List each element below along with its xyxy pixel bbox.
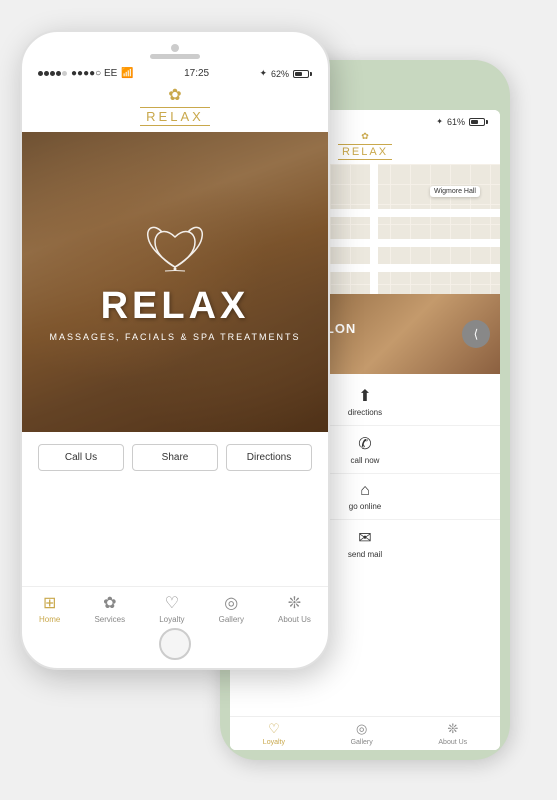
directions-button[interactable]: Directions bbox=[226, 444, 312, 471]
signal-dot-5 bbox=[62, 71, 67, 76]
back-tab-about[interactable]: ❊ About Us bbox=[438, 721, 467, 746]
signal-strength bbox=[38, 71, 67, 76]
home-nav-label: Home bbox=[39, 615, 60, 624]
back-bottom-tabs: ♡ Loyalty ◎ Gallery ❊ About Us bbox=[230, 716, 500, 750]
services-nav-label: Services bbox=[94, 615, 125, 624]
back-battery-icon bbox=[469, 118, 488, 126]
back-tab-gallery[interactable]: ◎ Gallery bbox=[351, 721, 373, 746]
home-nav-icon: ⊞ bbox=[43, 593, 56, 613]
go-online-label: go online bbox=[349, 502, 381, 511]
front-status-bar: ●●●●○ EE 📶 17:25 ✦ 62% bbox=[22, 64, 328, 81]
signal-dot-2 bbox=[44, 71, 49, 76]
action-buttons-row: Call Us Share Directions bbox=[22, 432, 328, 483]
loyalty-nav-icon: ♡ bbox=[165, 593, 179, 613]
back-tab-loyalty[interactable]: ♡ Loyalty bbox=[263, 721, 285, 746]
carrier-name: ●●●●○ EE bbox=[71, 68, 117, 79]
hero-content: RELAX MASSAGES, FACIALS & SPA TREATMENTS bbox=[49, 222, 300, 342]
back-logo-text: RELAX bbox=[338, 144, 392, 160]
loyalty-nav-label: Loyalty bbox=[159, 615, 184, 624]
signal-dot-3 bbox=[50, 71, 55, 76]
share-button[interactable]: Share bbox=[132, 444, 218, 471]
call-now-label: call now bbox=[351, 456, 380, 465]
nav-about[interactable]: ❊ About Us bbox=[278, 593, 311, 624]
about-nav-label: About Us bbox=[278, 615, 311, 624]
back-bluetooth-icon: ✦ bbox=[436, 117, 443, 126]
bottom-navigation: ⊞ Home ✿ Services ♡ Loyalty ◎ Gallery ❊ … bbox=[22, 586, 328, 628]
loyalty-tab-icon: ♡ bbox=[268, 721, 280, 737]
bluetooth-icon: ✦ bbox=[259, 68, 267, 79]
nav-services[interactable]: ✿ Services bbox=[94, 593, 125, 624]
call-us-button[interactable]: Call Us bbox=[38, 444, 124, 471]
map-road-vertical-3 bbox=[370, 164, 378, 294]
back-battery-pct: 61% bbox=[447, 117, 465, 127]
back-status-right: ✦ 61% bbox=[436, 117, 488, 127]
phone-front: ●●●●○ EE 📶 17:25 ✦ 62% ✿ RELAX bbox=[20, 30, 330, 670]
front-time: 17:25 bbox=[184, 68, 209, 79]
battery-icon bbox=[293, 70, 312, 78]
signal-dot-4 bbox=[56, 71, 61, 76]
directions-label: directions bbox=[348, 408, 382, 417]
logo-brand-name: RELAX bbox=[140, 107, 210, 126]
call-icon: ✆ bbox=[358, 434, 371, 454]
gallery-nav-label: Gallery bbox=[219, 615, 244, 624]
nav-home[interactable]: ⊞ Home bbox=[39, 593, 60, 624]
front-speaker bbox=[150, 54, 200, 59]
online-icon: ⌂ bbox=[360, 482, 370, 500]
logo-lotus-icon: ✿ bbox=[22, 85, 328, 105]
gallery-nav-icon: ◎ bbox=[224, 593, 238, 613]
home-button[interactable] bbox=[159, 628, 191, 660]
battery-percentage: 62% bbox=[271, 69, 289, 79]
services-nav-icon: ✿ bbox=[103, 593, 116, 613]
loyalty-tab-label: Loyalty bbox=[263, 739, 285, 746]
nav-loyalty[interactable]: ♡ Loyalty bbox=[159, 593, 184, 624]
status-left: ●●●●○ EE 📶 bbox=[38, 68, 134, 79]
gallery-tab-icon: ◎ bbox=[356, 721, 367, 737]
wifi-icon: 📶 bbox=[121, 68, 133, 79]
hero-image: RELAX MASSAGES, FACIALS & SPA TREATMENTS bbox=[22, 132, 328, 432]
about-tab-label: About Us bbox=[438, 739, 467, 746]
share-button-card[interactable]: ⟨ bbox=[462, 320, 490, 348]
gallery-tab-label: Gallery bbox=[351, 739, 373, 746]
hero-tagline: MASSAGES, FACIALS & SPA TREATMENTS bbox=[49, 332, 300, 342]
hero-lotus-icon bbox=[49, 222, 300, 281]
map-wigmore-label: Wigmore Hall bbox=[430, 186, 480, 197]
about-tab-icon: ❊ bbox=[447, 721, 458, 737]
send-mail-label: send mail bbox=[348, 550, 382, 559]
about-nav-icon: ❊ bbox=[288, 593, 301, 613]
logo-area: ✿ RELAX bbox=[22, 81, 328, 132]
directions-icon: ⬆ bbox=[358, 386, 371, 406]
front-camera bbox=[171, 44, 179, 52]
mail-icon: ✉ bbox=[358, 528, 371, 548]
nav-gallery[interactable]: ◎ Gallery bbox=[219, 593, 244, 624]
signal-dot-1 bbox=[38, 71, 43, 76]
hero-brand-name: RELAX bbox=[49, 285, 300, 328]
status-right: ✦ 62% bbox=[259, 68, 312, 79]
